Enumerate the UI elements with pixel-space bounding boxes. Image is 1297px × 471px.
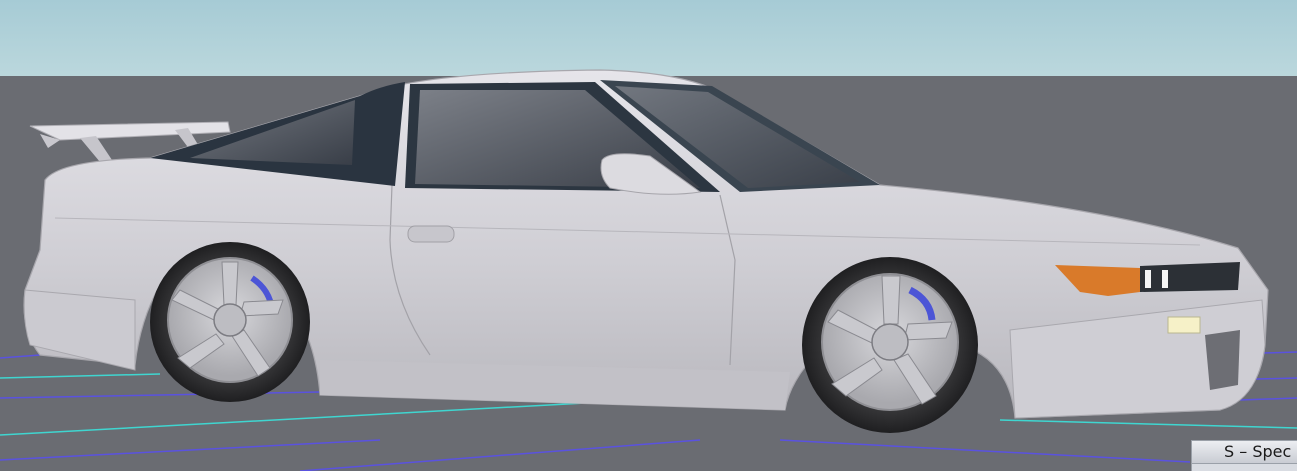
class-badge-footer (1191, 464, 1297, 471)
rear-wheel (150, 242, 310, 402)
front-wheel (802, 257, 978, 433)
car-scene (0, 0, 1297, 471)
garage-viewport[interactable]: S – Spec (0, 0, 1297, 471)
sky-backdrop (0, 0, 1297, 80)
class-badge[interactable]: S – Spec (1191, 440, 1297, 464)
